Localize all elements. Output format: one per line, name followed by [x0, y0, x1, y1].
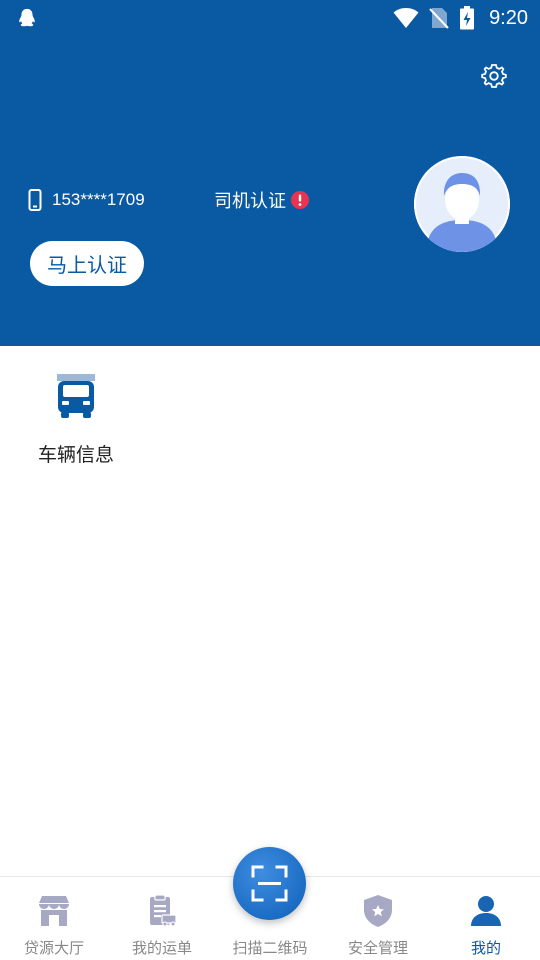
vehicle-info-label: 车辆信息	[38, 444, 115, 466]
exclamation-icon	[291, 191, 309, 209]
status-bar: 9:20	[0, 0, 540, 36]
user-icon	[471, 896, 501, 926]
waybill-icon	[150, 894, 177, 927]
wifi-icon	[393, 8, 419, 28]
battery-charging-icon	[460, 6, 475, 30]
mobile-phone-icon	[28, 189, 42, 211]
nav-item-mine[interactable]: 我的	[432, 877, 540, 960]
avatar[interactable]	[414, 156, 510, 252]
gear-icon[interactable]	[480, 62, 508, 90]
phone-row: 153****1709	[28, 186, 145, 214]
scan-qr-button[interactable]	[233, 847, 306, 920]
status-icons: 9:20	[393, 4, 528, 32]
driver-cert-status: 司机认证	[214, 186, 309, 214]
status-time: 9:20	[489, 6, 528, 29]
nav-label-safety: 安全管理	[347, 939, 408, 957]
nav-label-my-waybill: 我的运单	[131, 939, 192, 957]
scan-icon	[251, 865, 288, 902]
nav-item-cargo-hall[interactable]: 贷源大厅	[0, 877, 108, 960]
qq-notification-icon	[19, 8, 35, 27]
cert-status-label: 司机认证	[214, 191, 286, 212]
shield-icon	[364, 895, 392, 927]
truck-icon	[57, 374, 95, 418]
default-avatar-icon	[414, 156, 510, 252]
nav-label-mine: 我的	[470, 939, 501, 957]
certify-now-button[interactable]: 马上认证	[30, 241, 144, 286]
nav-item-safety[interactable]: 安全管理	[324, 877, 432, 960]
no-sim-icon	[429, 8, 449, 29]
nav-item-my-waybill[interactable]: 我的运单	[108, 877, 216, 960]
profile-header: 9:20 153****1709 司机认证 马上认证	[0, 0, 540, 346]
nav-label-cargo-hall: 贷源大厅	[23, 939, 84, 957]
store-icon	[39, 896, 69, 926]
phone-number: 153****1709	[52, 190, 145, 209]
nav-label-scan-qr: 扫描二维码	[232, 939, 308, 957]
